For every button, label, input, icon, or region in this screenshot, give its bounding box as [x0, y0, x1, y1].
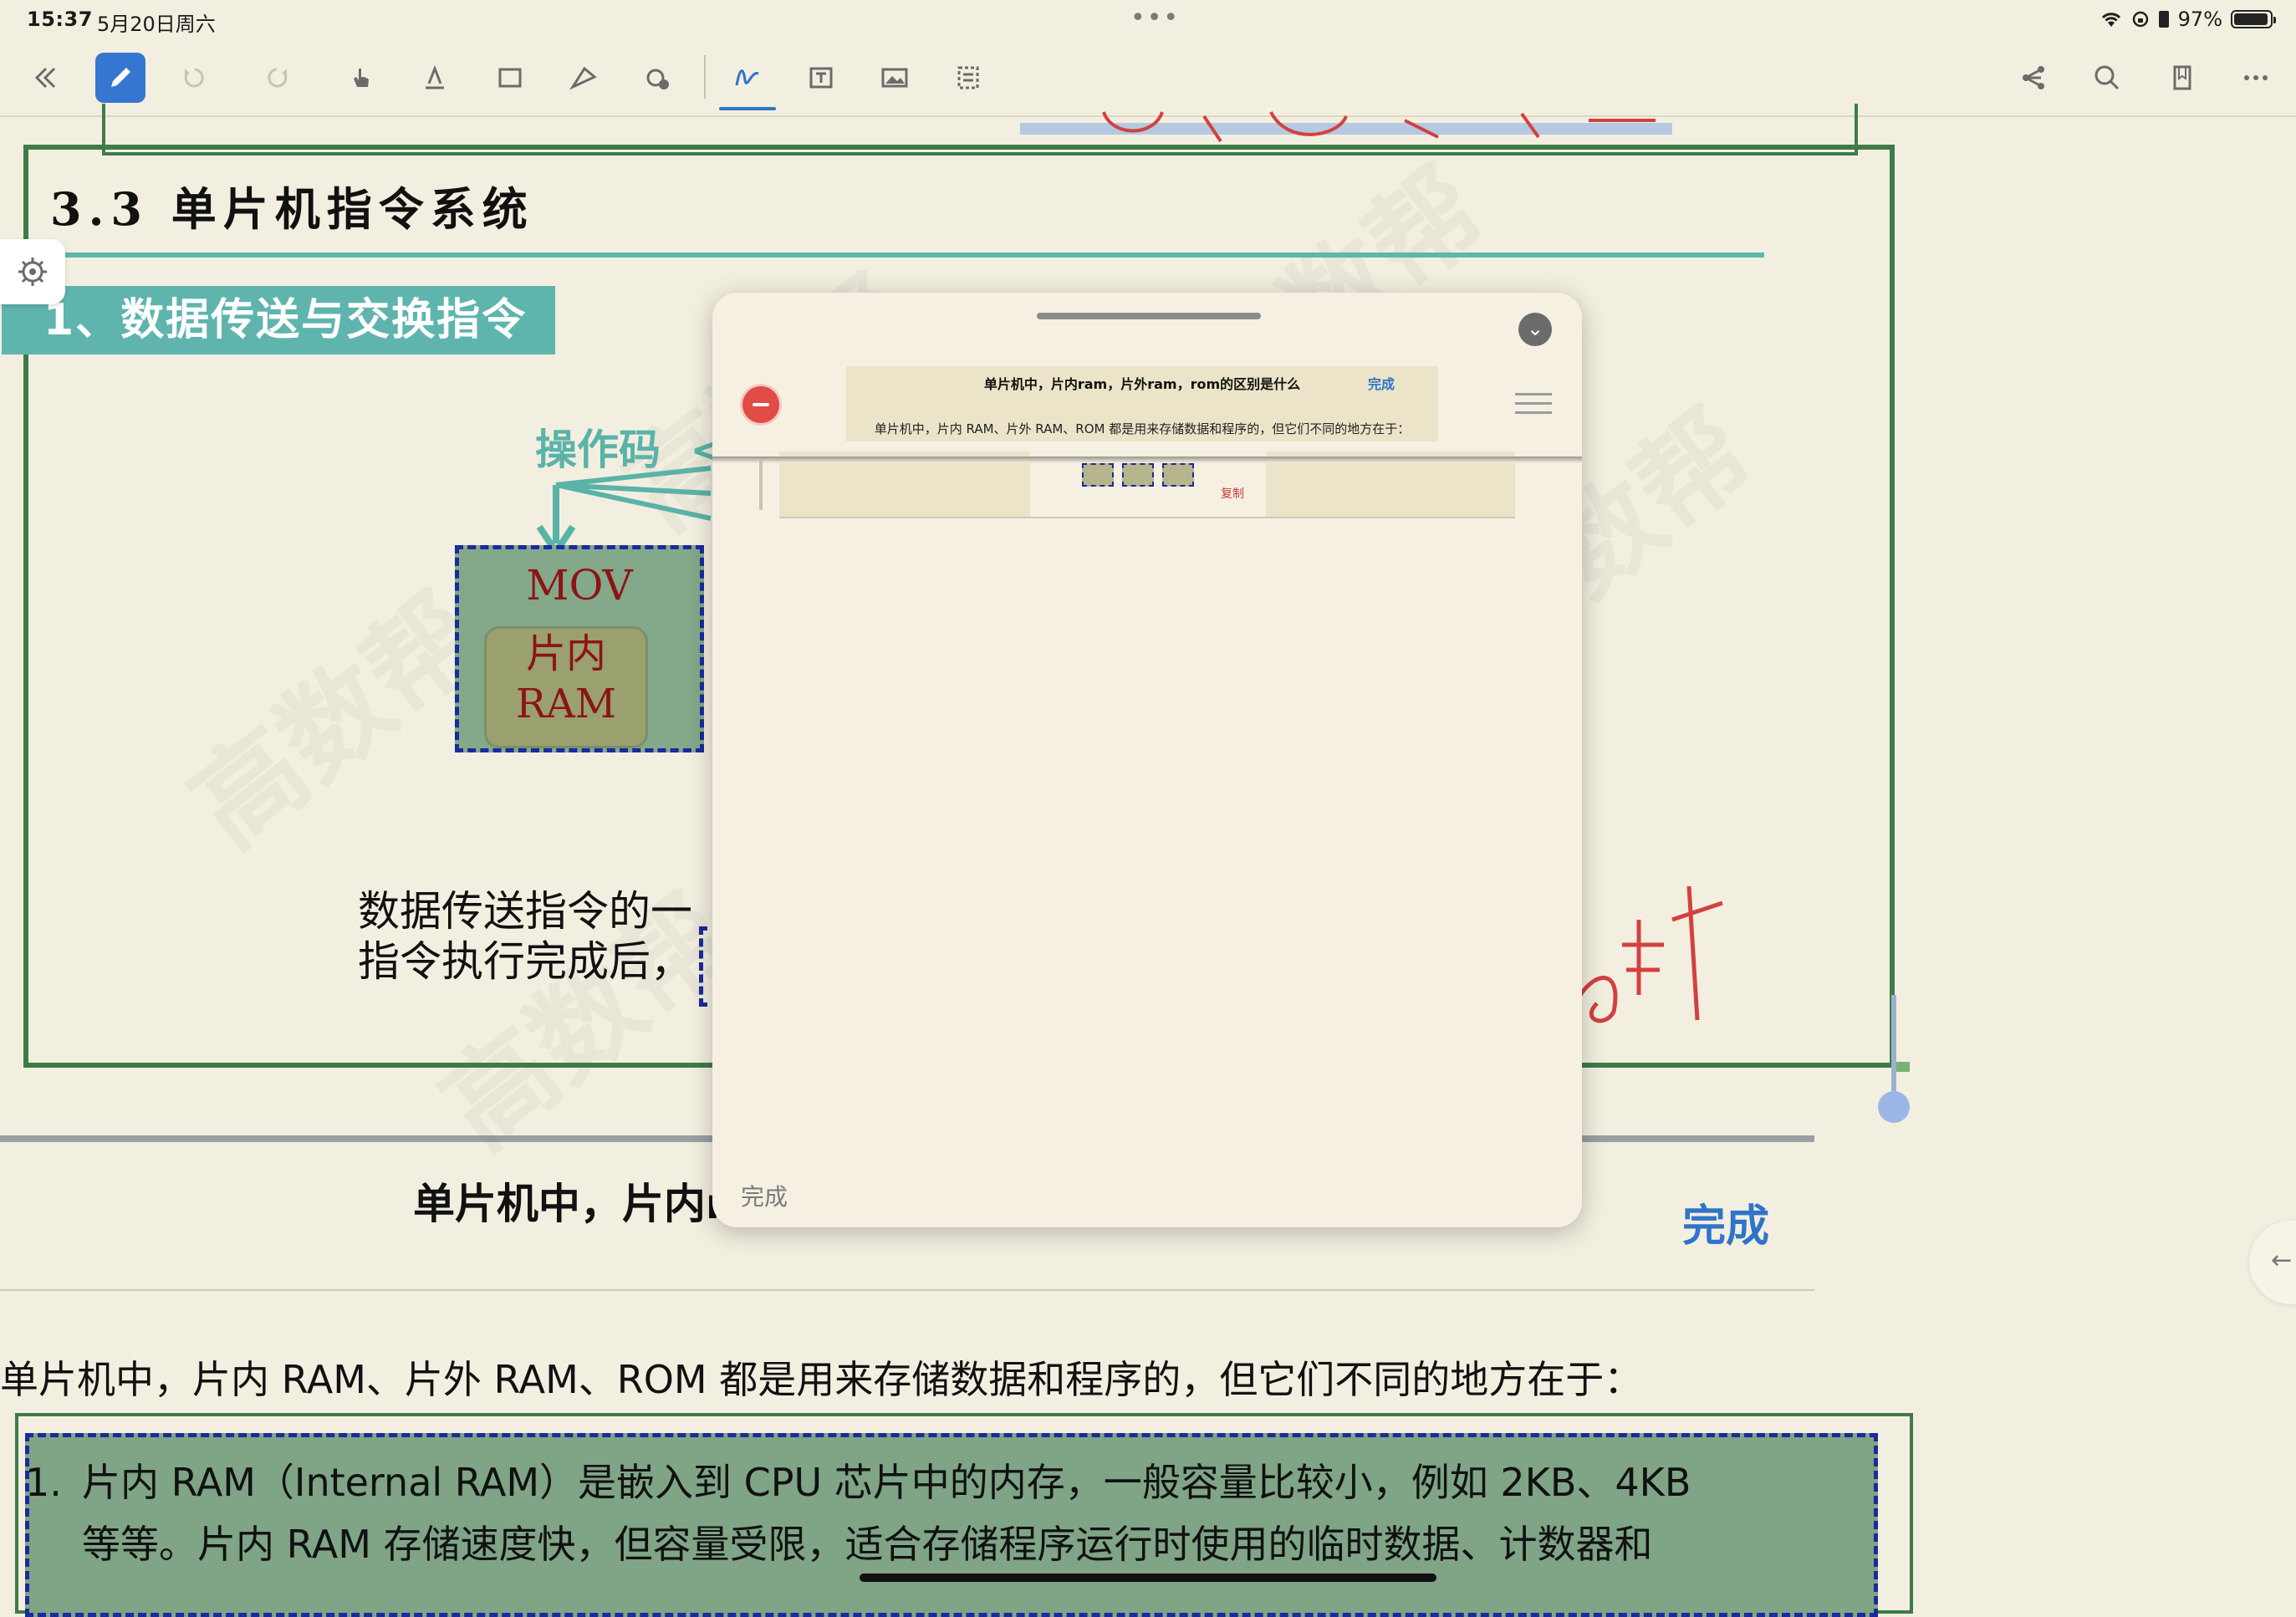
page2-rule — [0, 1289, 1814, 1291]
thumb-title: 单片机中，片内ram，片外ram，rom的区别是什么 — [983, 376, 1301, 392]
lock-rotation-icon — [2132, 11, 2148, 28]
textbox-icon[interactable] — [796, 53, 846, 103]
operand-line2: RAM — [516, 681, 616, 727]
note-line1: 数据传送指令的一 — [358, 887, 692, 936]
handwriting-icon[interactable] — [722, 53, 773, 103]
wifi-icon — [2101, 13, 2120, 27]
chevron-down-icon[interactable]: ⌄ — [1518, 313, 1552, 346]
resize-handle[interactable] — [1878, 1091, 1910, 1123]
undo-icon[interactable] — [169, 53, 219, 103]
operand-box: 片内 RAM — [484, 626, 648, 748]
section-banner: 1、数据传送与交换指令 — [2, 286, 555, 355]
popup-scrollbar[interactable] — [759, 460, 763, 510]
dragging-page-preview[interactable]: 单片机中，片内ram，片外ram，rom的区别是什么 完成 单片机中，片内 RA… — [846, 366, 1438, 441]
reorder-handle-icon[interactable] — [1515, 393, 1552, 421]
side-panel-tab[interactable]: ← — [2249, 1221, 2296, 1304]
home-indicator[interactable] — [860, 1574, 1436, 1582]
opcode-arrow — [536, 466, 712, 559]
mov-label: MOV — [526, 561, 633, 610]
title-rule — [50, 252, 1764, 258]
settings-badge-icon[interactable] — [632, 53, 682, 103]
image-icon[interactable] — [870, 53, 920, 103]
back-icon[interactable] — [20, 53, 70, 103]
more-icon[interactable] — [2231, 53, 2281, 103]
search-icon[interactable] — [2082, 53, 2132, 103]
page2-done-label: 完成 — [1682, 1201, 1770, 1252]
popup-grabber[interactable] — [1037, 313, 1261, 319]
shape-icon[interactable] — [559, 53, 609, 103]
multitask-dots-icon[interactable]: ••• — [1130, 3, 1180, 33]
arrow-left-icon: ← — [2271, 1246, 2293, 1275]
list-number: 1. — [25, 1460, 62, 1505]
share-icon[interactable] — [2008, 53, 2059, 103]
outline-icon[interactable] — [943, 53, 993, 103]
resize-rail — [1891, 995, 1896, 1102]
note-line2: 指令执行完成后， — [358, 937, 692, 986]
pen-icon[interactable] — [95, 53, 145, 103]
thumb-text: 单片机中，片内 RAM、片外 RAM、ROM 都是用来存储数据和程序的，但它们不… — [874, 421, 1411, 436]
page2-intro: 单片机中，片内 RAM、片外 RAM、ROM 都是用来存储数据和程序的，但它们不… — [0, 1357, 1643, 1402]
hand-icon[interactable] — [336, 53, 386, 103]
mini-box — [1122, 463, 1154, 487]
status-bar: 15:37 5月20日周六 ••• 97% — [0, 0, 2296, 40]
status-date: 5月20日周六 — [97, 13, 216, 36]
handwritten-annotation — [1578, 885, 1723, 1023]
ipad-icon — [2158, 11, 2169, 28]
settings-gear-icon[interactable] — [0, 239, 65, 304]
handwritten-annotation-top — [1020, 111, 1672, 143]
list-item-line2: 等等。片内 RAM 存储速度快，但容量受限，适合存储程序运行时使用的临时数据、计… — [82, 1522, 1653, 1567]
list-item-line1: 片内 RAM（Internal RAM）是嵌入到 CPU 芯片中的内存，一般容量… — [82, 1460, 1691, 1505]
highlighter-icon[interactable] — [410, 53, 460, 103]
slide-title: 3.3 单片机指令系统 — [50, 182, 534, 236]
redo-icon[interactable] — [253, 53, 303, 103]
battery-icon — [2231, 10, 2276, 28]
mini-box — [1082, 463, 1114, 487]
status-right: 97% — [2100, 8, 2276, 31]
bookmark-icon[interactable] — [2157, 53, 2207, 103]
thumbnail-shadow — [712, 457, 1582, 463]
battery-percent: 97% — [2177, 8, 2222, 31]
resize-marker — [1896, 1062, 1910, 1072]
mov-instruction-box[interactable]: MOV 片内 RAM — [455, 545, 704, 752]
mini-box — [1162, 463, 1194, 487]
reorder-popup[interactable]: ⌄ 复制 单片机中，片内ram，片外ram，rom的区别是什么 完成 单片机中，… — [712, 293, 1582, 1227]
toolbar-divider — [704, 55, 706, 99]
status-time: 15:37 — [27, 8, 93, 31]
thumb-done: 完成 — [1367, 376, 1395, 392]
mini-annotation: 复制 — [1221, 487, 1244, 501]
lasso-rect-icon[interactable] — [485, 53, 535, 103]
popup-done-button[interactable]: 完成 — [741, 1179, 788, 1212]
delete-page-icon[interactable] — [742, 386, 779, 423]
note-text: 数据传送指令的一 指令执行完成后， — [358, 886, 692, 987]
operand-line1: 片内 — [525, 630, 606, 677]
page2-list: 1. 片内 RAM（Internal RAM）是嵌入到 CPU 芯片中的内存，一… — [25, 1451, 1691, 1575]
